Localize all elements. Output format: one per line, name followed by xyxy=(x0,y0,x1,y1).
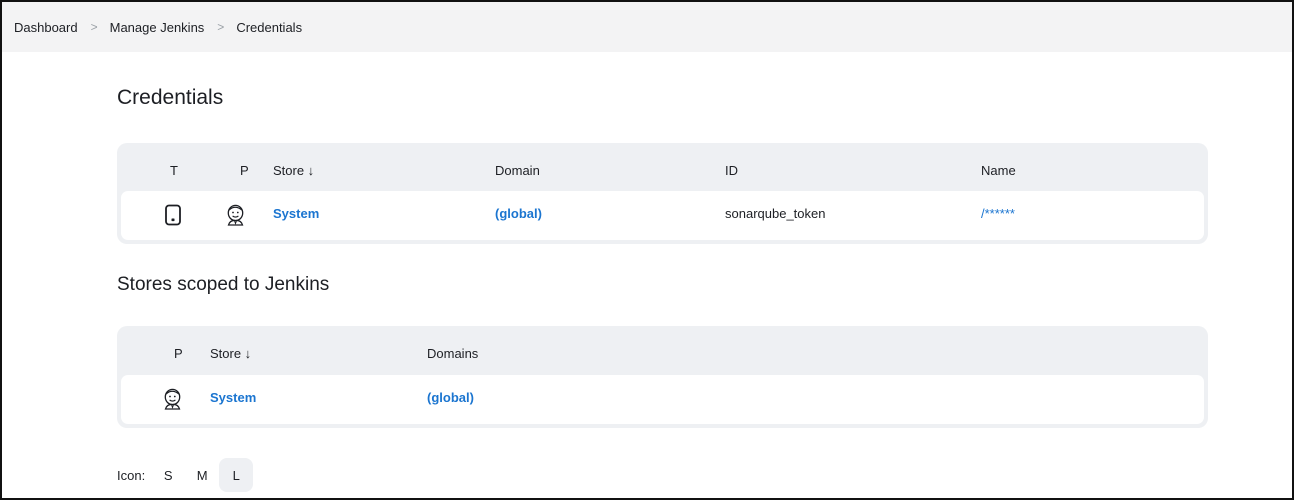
domain-link[interactable]: (global) xyxy=(495,206,542,221)
breadcrumb: Dashboard > Manage Jenkins > Credentials xyxy=(2,2,1292,52)
page-title: Credentials xyxy=(117,86,224,109)
icon-size-selector: Icon: S M L xyxy=(117,458,254,492)
stores-table: P Store ↓ Domains System (global) xyxy=(117,326,1208,428)
store-link[interactable]: System xyxy=(210,390,256,405)
icon-size-large-button[interactable]: L xyxy=(219,458,254,492)
breadcrumb-credentials[interactable]: Credentials xyxy=(236,20,302,35)
table-row: System (global) xyxy=(121,375,1204,424)
column-header-name[interactable]: Name xyxy=(981,163,1016,178)
column-header-store[interactable]: Store ↓ xyxy=(210,346,251,361)
column-header-provider[interactable]: P xyxy=(240,163,249,178)
column-header-domain[interactable]: Domain xyxy=(495,163,540,178)
jenkins-head-icon xyxy=(225,203,247,227)
icon-size-small-button[interactable]: S xyxy=(151,458,185,492)
domain-link[interactable]: (global) xyxy=(427,390,474,405)
icon-size-medium-button[interactable]: M xyxy=(185,458,219,492)
section-title: Stores scoped to Jenkins xyxy=(117,274,330,295)
breadcrumb-dashboard[interactable]: Dashboard xyxy=(14,20,78,35)
breadcrumb-separator: > xyxy=(90,20,98,34)
table-row: System (global) sonarqube_token /****** xyxy=(121,191,1204,240)
icon-size-label: Icon: xyxy=(117,467,146,483)
column-header-type[interactable]: T xyxy=(170,163,178,178)
phone-credential-icon xyxy=(162,203,184,227)
column-header-domains[interactable]: Domains xyxy=(427,346,478,361)
jenkins-head-icon xyxy=(162,387,184,411)
breadcrumb-separator: > xyxy=(217,20,225,34)
store-link[interactable]: System xyxy=(273,206,319,221)
credential-name-link[interactable]: /****** xyxy=(981,206,1015,221)
column-header-store[interactable]: Store ↓ xyxy=(273,163,314,178)
column-header-id[interactable]: ID xyxy=(725,163,738,178)
column-header-provider[interactable]: P xyxy=(174,346,183,361)
credential-id: sonarqube_token xyxy=(725,206,826,221)
breadcrumb-manage-jenkins[interactable]: Manage Jenkins xyxy=(110,20,205,35)
credentials-table: T P Store ↓ Domain ID Name System (globa… xyxy=(117,143,1208,244)
